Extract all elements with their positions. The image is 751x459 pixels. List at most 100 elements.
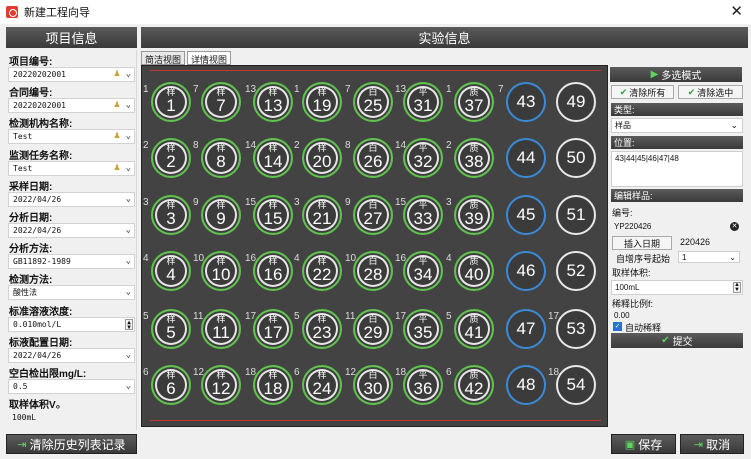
vial-slot[interactable]: 样 15 (253, 195, 293, 235)
vial-slot[interactable]: 48 (506, 365, 546, 405)
pin-icon[interactable]: ♟ (114, 162, 120, 173)
vial-slot[interactable]: 51 (556, 195, 596, 235)
spinner-icon[interactable]: ▲ ▼ (125, 319, 133, 331)
vial-slot[interactable]: 54 (556, 365, 596, 405)
field-input[interactable]: 酸性法 ⌄ (8, 285, 135, 300)
field-input[interactable]: GB11892-1989 ⌄ (8, 254, 135, 269)
vial-slot[interactable]: 样 10 (201, 251, 241, 291)
clear-history-button[interactable]: ⇥ 清除历史列表记录 (6, 434, 137, 454)
vial-slot[interactable]: 样 23 (302, 309, 342, 349)
vial-slot[interactable]: 质 37 (454, 82, 494, 122)
field-input[interactable]: 20220202001 ⌄ ♟ (8, 67, 135, 82)
vial-slot[interactable]: 样3 (151, 195, 191, 235)
save-button[interactable]: ▣ 保存 (611, 434, 676, 454)
seq-start-select[interactable]: 1 ⌄ (678, 251, 740, 263)
type-select[interactable]: 样品 ⌄ (611, 118, 743, 133)
field-input[interactable]: 100mL (8, 410, 135, 425)
vial-slot[interactable]: 样1 (151, 82, 191, 122)
dilution-input[interactable]: 0.00 (611, 309, 743, 321)
vial-slot[interactable]: 53 (556, 309, 596, 349)
vial-slot[interactable]: 白 29 (353, 309, 393, 349)
vial-slot[interactable]: 白 25 (353, 82, 393, 122)
pin-icon[interactable]: ♟ (114, 68, 120, 79)
vial-slot[interactable]: 样 14 (253, 138, 293, 178)
vial-slot[interactable]: 47 (506, 309, 546, 349)
vial-slot[interactable]: 52 (556, 251, 596, 291)
vial-slot[interactable]: 样 13 (253, 82, 293, 122)
vial-slot[interactable]: 样9 (201, 195, 241, 235)
vial-slot[interactable]: 质 42 (454, 365, 494, 405)
vial-slot[interactable]: 样 20 (302, 138, 342, 178)
chevron-down-icon[interactable]: ⌄ (126, 256, 131, 266)
position-textarea[interactable]: 43|44|45|46|47|48 (611, 151, 743, 187)
field-input[interactable]: 2022/04/26 ⌄ (8, 223, 135, 238)
vial-slot[interactable]: 白 26 (353, 138, 393, 178)
field-input[interactable]: 20220202001 ⌄ ♟ (8, 98, 135, 113)
field-input[interactable]: Test ⌄ ♟ (8, 161, 135, 176)
vial-slot[interactable]: 平 31 (403, 82, 443, 122)
vial-slot[interactable]: 44 (506, 138, 546, 178)
vial-slot[interactable]: 样 11 (201, 309, 241, 349)
clear-selected-button[interactable]: ✔ 清除选中 (678, 85, 743, 99)
vial-slot[interactable]: 平 34 (403, 251, 443, 291)
vial-slot[interactable]: 样4 (151, 251, 191, 291)
close-icon[interactable]: ✕ (730, 2, 743, 20)
id-input[interactable]: YP220426 ✕ (611, 219, 743, 233)
vial-slot[interactable]: 49 (556, 82, 596, 122)
chevron-down-icon[interactable]: ⌄ (126, 131, 131, 141)
chevron-down-icon[interactable]: ⌄ (126, 194, 131, 204)
tab-simple-view[interactable]: 简洁视图 (141, 51, 186, 65)
vial-slot[interactable]: 45 (506, 195, 546, 235)
chevron-down-icon[interactable]: ⌄ (126, 381, 131, 391)
vial-slot[interactable]: 样 17 (253, 309, 293, 349)
multi-select-button[interactable]: ▶ 多选模式 (610, 67, 742, 82)
volume-input[interactable]: 100mL ▲ ▼ (611, 280, 743, 295)
vial-slot[interactable]: 质 41 (454, 309, 494, 349)
vial-slot[interactable]: 质 38 (454, 138, 494, 178)
chevron-down-icon[interactable]: ⌄ (126, 350, 131, 360)
vial-slot[interactable]: 平 36 (403, 365, 443, 405)
field-input[interactable]: 2022/04/26 ⌄ (8, 348, 135, 363)
vial-slot[interactable]: 白 30 (353, 365, 393, 405)
clear-input-icon[interactable]: ✕ (730, 221, 739, 231)
vial-slot[interactable]: 43 (506, 82, 546, 122)
vial-slot[interactable]: 样7 (201, 82, 241, 122)
field-input[interactable]: 0.010mol/L ▲ ▼ (8, 317, 135, 332)
vial-slot[interactable]: 样 24 (302, 365, 342, 405)
vial-slot[interactable]: 样 12 (201, 365, 241, 405)
vial-slot[interactable]: 样 22 (302, 251, 342, 291)
chevron-down-icon[interactable]: ⌄ (126, 100, 131, 110)
field-input[interactable]: Test ⌄ ♟ (8, 129, 135, 144)
vial-slot[interactable]: 样8 (201, 138, 241, 178)
vial-slot[interactable]: 样6 (151, 365, 191, 405)
pin-icon[interactable]: ♟ (114, 99, 120, 110)
vial-slot[interactable]: 样 18 (253, 365, 293, 405)
vial-slot[interactable]: 白 28 (353, 251, 393, 291)
chevron-down-icon[interactable]: ⌄ (126, 225, 131, 235)
clear-all-button[interactable]: ✔ 清除所有 (611, 85, 674, 99)
vial-slot[interactable]: 样 21 (302, 195, 342, 235)
vial-slot[interactable]: 46 (506, 251, 546, 291)
vial-slot[interactable]: 样 19 (302, 82, 342, 122)
vial-slot[interactable]: 样 16 (253, 251, 293, 291)
spinner-icon[interactable]: ▲ ▼ (733, 282, 741, 293)
submit-button[interactable]: ✔ 提交 (611, 333, 743, 348)
vial-slot[interactable]: 样2 (151, 138, 191, 178)
vial-slot[interactable]: 平 33 (403, 195, 443, 235)
pin-icon[interactable]: ♟ (114, 130, 120, 141)
vial-slot[interactable]: 平 35 (403, 309, 443, 349)
vial-slot[interactable]: 样5 (151, 309, 191, 349)
field-input[interactable]: 2022/04/26 ⌄ (8, 192, 135, 207)
cancel-button[interactable]: ⇥ 取消 (680, 434, 744, 454)
vial-slot[interactable]: 质 39 (454, 195, 494, 235)
field-input[interactable]: 0.5 ⌄ (8, 379, 135, 394)
chevron-down-icon[interactable]: ⌄ (126, 287, 131, 297)
chevron-down-icon[interactable]: ⌄ (126, 69, 131, 79)
vial-slot[interactable]: 50 (556, 138, 596, 178)
auto-dilute-checkbox[interactable]: ✓ (613, 322, 622, 331)
insert-date-button[interactable]: 插入日期 (612, 236, 672, 250)
tab-detail-view[interactable]: 详情视图 (187, 51, 232, 65)
vial-slot[interactable]: 平 32 (403, 138, 443, 178)
chevron-down-icon[interactable]: ⌄ (126, 163, 131, 173)
vial-slot[interactable]: 质 40 (454, 251, 494, 291)
